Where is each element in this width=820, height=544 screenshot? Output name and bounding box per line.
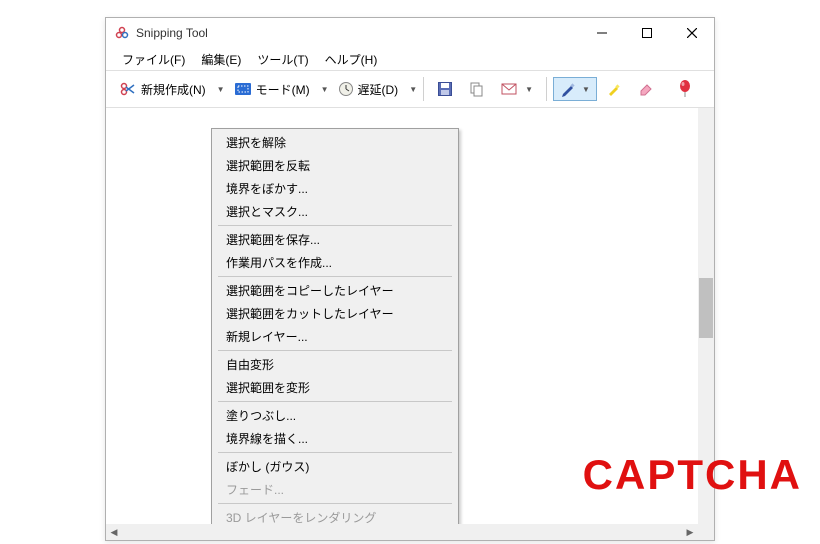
context-menu-item: フェード...	[214, 478, 456, 501]
scroll-right-icon[interactable]: ▶	[682, 524, 698, 540]
horizontal-scrollbar[interactable]: ◀ ▶	[106, 524, 698, 540]
menu-edit[interactable]: 編集(E)	[193, 49, 249, 70]
maximize-icon	[642, 28, 652, 38]
close-icon	[687, 28, 697, 38]
toolbar-separator-2	[546, 77, 547, 101]
window-title: Snipping Tool	[136, 26, 208, 40]
mail-dropdown-icon: ▼	[525, 85, 533, 94]
watermark-text: CAPTCHA	[583, 451, 802, 499]
context-menu-item[interactable]: 自由変形	[214, 353, 456, 376]
context-menu-item[interactable]: 塗りつぶし...	[214, 404, 456, 427]
context-menu: 選択を解除選択範囲を反転境界をぼかす...選択とマスク... 選択範囲を保存...…	[211, 128, 459, 540]
context-menu-item[interactable]: 選択範囲をカットしたレイヤー	[214, 302, 456, 325]
close-button[interactable]	[669, 18, 714, 48]
context-menu-separator	[218, 452, 452, 453]
mode-label: モード(M)	[256, 81, 310, 98]
new-dropdown-icon[interactable]: ▼	[217, 85, 225, 94]
minimize-icon	[597, 28, 607, 38]
maximize-button[interactable]	[624, 18, 669, 48]
balloon-icon	[678, 80, 692, 98]
scissors-icon	[119, 80, 137, 98]
delay-label: 遅延(D)	[358, 81, 399, 98]
menu-tool[interactable]: ツール(T)	[249, 49, 316, 70]
context-menu-separator	[218, 276, 452, 277]
context-menu-separator	[218, 350, 452, 351]
copy-button[interactable]	[462, 77, 492, 101]
copy-icon	[469, 81, 485, 97]
delay-dropdown-icon[interactable]: ▼	[409, 85, 417, 94]
mode-button[interactable]: モード(M)	[227, 77, 317, 102]
pen-button[interactable]: ▼	[553, 77, 597, 101]
app-icon	[114, 25, 130, 41]
context-menu-separator	[218, 503, 452, 504]
context-menu-separator	[218, 401, 452, 402]
context-menu-item[interactable]: 選択範囲を変形	[214, 376, 456, 399]
context-menu-item[interactable]: 作業用パスを作成...	[214, 251, 456, 274]
context-menu-item[interactable]: ぼかし (ガウス)	[214, 455, 456, 478]
balloon-button[interactable]	[671, 76, 699, 102]
toolbar-separator	[423, 77, 424, 101]
highlighter-button[interactable]	[599, 77, 629, 101]
context-menu-item[interactable]: 境界線を描く...	[214, 427, 456, 450]
scrollbar-thumb[interactable]	[699, 278, 713, 338]
menu-help[interactable]: ヘルプ(H)	[317, 49, 386, 70]
context-menu-item[interactable]: 選択範囲をコピーしたレイヤー	[214, 279, 456, 302]
toolbar: 新規作成(N) ▼ モード(M) ▼ 遅延(D) ▼	[106, 70, 714, 108]
mail-icon	[501, 82, 519, 96]
scroll-left-icon[interactable]: ◀	[106, 524, 122, 540]
minimize-button[interactable]	[579, 18, 624, 48]
save-icon	[437, 81, 453, 97]
context-menu-item[interactable]: 選択とマスク...	[214, 200, 456, 223]
new-snip-button[interactable]: 新規作成(N)	[112, 76, 213, 102]
pen-icon	[560, 81, 576, 97]
mail-button[interactable]: ▼	[494, 78, 540, 100]
context-menu-item[interactable]: 選択を解除	[214, 131, 456, 154]
clock-icon	[338, 81, 354, 97]
mode-dropdown-icon[interactable]: ▼	[321, 85, 329, 94]
eraser-icon	[638, 82, 654, 96]
new-snip-label: 新規作成(N)	[141, 81, 206, 98]
context-menu-item[interactable]: 選択範囲を反転	[214, 154, 456, 177]
menubar: ファイル(F) 編集(E) ツール(T) ヘルプ(H)	[106, 48, 714, 70]
titlebar: Snipping Tool	[106, 18, 714, 48]
highlighter-icon	[606, 81, 622, 97]
eraser-button[interactable]	[631, 78, 661, 100]
save-button[interactable]	[430, 77, 460, 101]
context-menu-item[interactable]: 新規レイヤー...	[214, 325, 456, 348]
context-menu-item[interactable]: 選択範囲を保存...	[214, 228, 456, 251]
pen-dropdown-icon: ▼	[582, 85, 590, 94]
menu-file[interactable]: ファイル(F)	[114, 49, 193, 70]
mode-icon	[234, 82, 252, 96]
context-menu-item[interactable]: 境界をぼかす...	[214, 177, 456, 200]
delay-button[interactable]: 遅延(D)	[331, 77, 406, 102]
context-menu-separator	[218, 225, 452, 226]
